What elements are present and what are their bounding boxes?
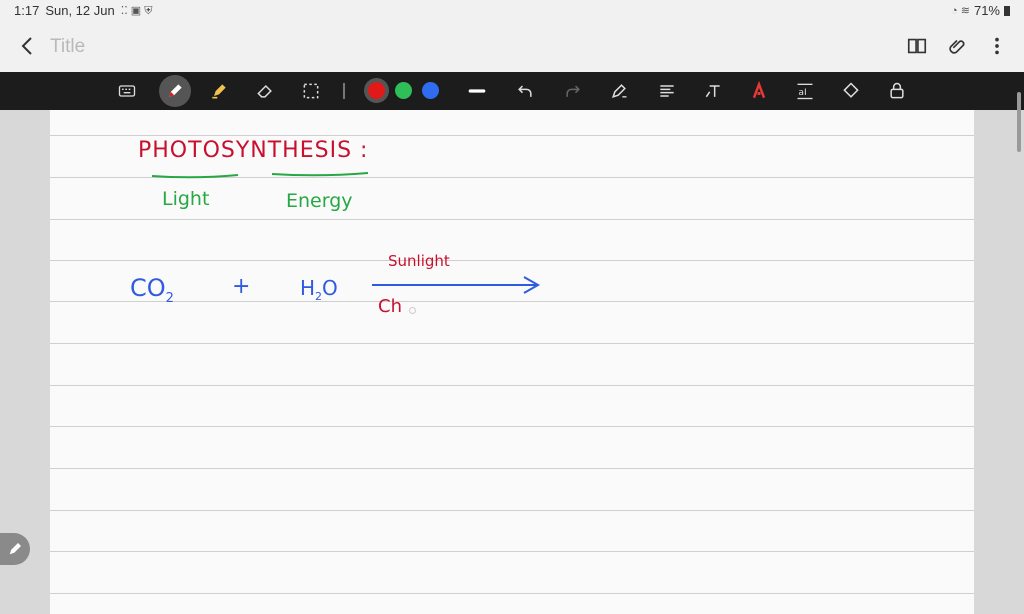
ruled-line bbox=[50, 510, 974, 511]
ruled-line bbox=[50, 301, 974, 302]
text-format-icon[interactable]: aI bbox=[794, 80, 816, 102]
ruled-line bbox=[50, 468, 974, 469]
ruled-line bbox=[50, 343, 974, 344]
plus-sign: + bbox=[232, 274, 251, 299]
ruled-line bbox=[50, 551, 974, 552]
back-arrow-icon[interactable] bbox=[16, 34, 40, 58]
pen-cursor bbox=[409, 307, 416, 314]
arrow-label-partial: Ch bbox=[378, 296, 402, 317]
reactant-h2o: H2O bbox=[300, 276, 338, 303]
stroke-width-icon[interactable] bbox=[466, 80, 488, 102]
color-green-swatch[interactable] bbox=[395, 82, 412, 99]
text-tool-icon[interactable] bbox=[702, 80, 724, 102]
brand-icon[interactable] bbox=[748, 80, 770, 102]
reactant-co2: CO2 bbox=[130, 274, 174, 306]
keyboard-icon[interactable] bbox=[116, 80, 138, 102]
note-title-input[interactable]: Title bbox=[50, 36, 85, 58]
keyword-light: Light bbox=[162, 188, 210, 210]
reaction-arrow bbox=[372, 276, 541, 294]
ruled-line bbox=[50, 219, 974, 220]
battery-level: 71% bbox=[973, 3, 1000, 18]
notification-icon: ⁚⁚ ▣ ⛨ bbox=[120, 4, 153, 17]
lasso-select-icon[interactable] bbox=[300, 80, 322, 102]
undo-icon[interactable] bbox=[514, 80, 536, 102]
scrollbar[interactable] bbox=[1017, 92, 1021, 152]
keyword-energy: Energy bbox=[286, 190, 353, 212]
more-menu-icon[interactable] bbox=[986, 35, 1008, 62]
battery-icon bbox=[1004, 5, 1010, 16]
color-red-swatch[interactable] bbox=[368, 82, 385, 99]
highlighter-icon[interactable] bbox=[208, 80, 230, 102]
status-time: 1:17 bbox=[14, 3, 40, 18]
book-view-icon[interactable] bbox=[906, 35, 928, 62]
ruled-line bbox=[50, 385, 974, 386]
wifi-icon: ◔ ≋ bbox=[951, 5, 970, 17]
ruled-line bbox=[50, 426, 974, 427]
ruled-line bbox=[50, 593, 974, 594]
heading-underline-1 bbox=[151, 174, 239, 179]
note-heading: PHOTOSYNTHESIS : bbox=[138, 138, 369, 163]
heading-underline-2 bbox=[271, 172, 369, 177]
arrow-label-sunlight: Sunlight bbox=[388, 252, 450, 270]
attach-clip-icon[interactable] bbox=[946, 35, 968, 62]
status-bar: 1:17 Sun, 12 Jun ⁚⁚ ▣ ⛨ ◔ ≋ 71% bbox=[0, 0, 1024, 22]
color-blue-swatch[interactable] bbox=[422, 82, 439, 99]
toolbar-divider bbox=[343, 83, 345, 99]
shapes-icon[interactable] bbox=[840, 80, 862, 102]
eraser-icon[interactable] bbox=[254, 80, 276, 102]
pen-icon[interactable] bbox=[164, 80, 186, 102]
lock-icon[interactable] bbox=[886, 80, 908, 102]
note-page[interactable]: PHOTOSYNTHESIS : Light Energy CO2 + H2O … bbox=[50, 110, 974, 614]
shape-pen-icon[interactable] bbox=[608, 80, 630, 102]
app-bar: Title bbox=[0, 22, 1024, 72]
drawing-toolbar: aI bbox=[0, 72, 1024, 110]
redo-icon[interactable] bbox=[562, 80, 584, 102]
text-align-icon[interactable] bbox=[656, 80, 678, 102]
status-date: Sun, 12 Jun bbox=[45, 3, 115, 18]
ruled-line bbox=[50, 260, 974, 261]
ruled-line bbox=[50, 135, 974, 136]
pencil-icon bbox=[9, 543, 21, 555]
svg-text:aI: aI bbox=[798, 87, 806, 98]
